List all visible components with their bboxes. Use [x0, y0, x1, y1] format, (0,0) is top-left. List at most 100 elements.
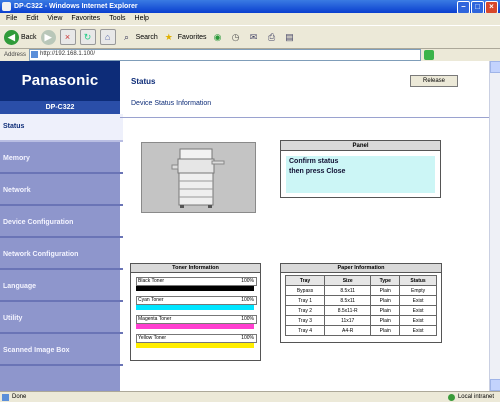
address-bar: Address http://192.168.1.100/ — [0, 49, 500, 61]
cell-type: Plain — [370, 285, 401, 296]
release-button[interactable]: Release — [410, 75, 458, 87]
sidebar-item-status[interactable]: Status — [0, 114, 123, 142]
menu-help[interactable]: Help — [135, 13, 149, 25]
sidebar-item-device-configuration[interactable]: Device Configuration — [0, 210, 123, 238]
back-button[interactable]: ◀ Back — [4, 28, 37, 46]
forward-arrow-icon: ▶ — [40, 29, 56, 45]
window-title-bar: DP-C322 - Windows Internet Explorer – □ … — [0, 0, 500, 13]
ie-app-icon — [2, 2, 11, 11]
paper-title: Paper Information — [281, 264, 441, 273]
toner-row-magenta: Magenta Toner 100% — [136, 315, 257, 324]
menu-file[interactable]: File — [6, 13, 17, 25]
cell-status: Exist — [399, 325, 437, 336]
toner-bar-yellow — [136, 343, 254, 348]
toner-row-black: Black Toner 100% — [136, 277, 257, 286]
cell-status: Exist — [399, 305, 437, 316]
go-icon[interactable] — [424, 50, 435, 60]
table-row: Tray 4 A4-R Plain Exist — [284, 325, 437, 336]
cell-size: 8.5x11 — [324, 295, 372, 306]
browser-toolbar: ◀ Back ▶ × ↻ ⌂ ⌕ Search ★ Favorites ◉ ◷ … — [0, 25, 500, 49]
copier-icon — [142, 143, 255, 212]
page-title: Status — [131, 77, 156, 86]
sidebar-item-language[interactable]: Language — [0, 274, 123, 302]
menu-tools[interactable]: Tools — [109, 13, 125, 25]
sidebar-item-scanned-image-box[interactable]: Scanned Image Box — [0, 338, 123, 366]
status-bar: Done Local intranet — [0, 391, 500, 402]
cell-status: Empty — [399, 285, 437, 296]
toner-percent: 100% — [241, 316, 254, 322]
address-input[interactable]: http://192.168.1.100/ — [29, 49, 422, 61]
paper-info-box: Paper Information Tray Size Type Status … — [280, 263, 442, 343]
search-icon: ⌕ — [124, 31, 130, 42]
model-label: DP-C322 — [0, 101, 120, 114]
close-icon[interactable]: × — [485, 1, 498, 13]
cell-type: Plain — [370, 315, 401, 326]
search-button[interactable]: ⌕ Search — [120, 28, 158, 46]
toner-title: Toner Information — [131, 264, 260, 273]
toner-name: Yellow Toner — [138, 335, 167, 341]
cell-size: 8.5x11-R — [324, 305, 372, 316]
cell-tray: Bypass — [284, 285, 326, 296]
device-image — [141, 142, 256, 213]
address-url: http://192.168.1.100/ — [40, 51, 96, 57]
panel-title: Panel — [281, 141, 440, 151]
cell-type: Plain — [370, 325, 401, 336]
toner-percent: 100% — [241, 297, 254, 303]
cell-type: Plain — [370, 305, 401, 316]
scroll-up-icon[interactable] — [490, 61, 500, 73]
panel-line-1: Confirm status — [289, 158, 339, 165]
edit-icon[interactable]: ▤ — [283, 30, 297, 44]
table-row: Bypass 8.5x11 Plain Empty — [284, 285, 437, 296]
cell-type: Plain — [370, 295, 401, 306]
favorites-button[interactable]: ★ Favorites — [162, 28, 207, 46]
mail-icon[interactable]: ✉ — [247, 30, 261, 44]
toner-name: Cyan Toner — [138, 297, 164, 303]
cell-tray: Tray 1 — [284, 295, 326, 306]
status-text: Done — [12, 394, 27, 400]
vertical-scrollbar[interactable] — [489, 61, 500, 391]
refresh-icon[interactable]: ↻ — [79, 29, 96, 45]
toner-percent: 100% — [241, 335, 254, 341]
menu-favorites[interactable]: Favorites — [71, 13, 100, 25]
history-icon[interactable]: ◷ — [229, 30, 243, 44]
col-size: Size — [324, 275, 372, 286]
web-page: Panasonic DP-C322 Status Memory Network … — [0, 61, 489, 391]
search-label: Search — [135, 33, 158, 41]
back-label: Back — [21, 33, 37, 41]
panel-lcd-display: Confirm status then press Close — [286, 156, 435, 193]
paper-table: Tray Size Type Status Bypass 8.5x11 Plai… — [284, 275, 437, 336]
cell-size: 8.5x11 — [324, 285, 372, 296]
panel-line-2: then press Close — [289, 168, 346, 175]
toner-info-box: Toner Information Black Toner 100% Cyan … — [130, 263, 261, 361]
sidebar-item-network[interactable]: Network — [0, 178, 123, 206]
sidebar-item-utility[interactable]: Utility — [0, 306, 123, 334]
print-icon[interactable]: ⎙ — [265, 30, 279, 44]
home-icon[interactable]: ⌂ — [99, 29, 116, 45]
panel-box: Panel Confirm status then press Close — [280, 140, 441, 198]
toner-row-yellow: Yellow Toner 100% — [136, 334, 257, 343]
table-row: Tray 3 11x17 Plain Exist — [284, 315, 437, 326]
zone-indicator: Local intranet — [447, 392, 494, 402]
forward-button[interactable]: ▶ — [40, 28, 56, 46]
scroll-down-icon[interactable] — [490, 379, 500, 391]
toner-bar-magenta — [136, 324, 254, 329]
minimize-icon[interactable]: – — [457, 1, 470, 13]
window-title: DP-C322 - Windows Internet Explorer — [14, 3, 138, 10]
menu-view[interactable]: View — [47, 13, 62, 25]
toner-bar-cyan — [136, 305, 254, 310]
table-row: Tray 1 8.5x11 Plain Exist — [284, 295, 437, 306]
sidebar-nav: Status Memory Network Device Configurati… — [0, 114, 123, 391]
toner-name: Magenta Toner — [138, 316, 172, 322]
cell-size: A4-R — [324, 325, 372, 336]
favorites-label: Favorites — [177, 33, 207, 41]
paper-header-row: Tray Size Type Status — [284, 275, 437, 286]
menu-edit[interactable]: Edit — [26, 13, 38, 25]
maximize-icon[interactable]: □ — [471, 1, 484, 13]
col-type: Type — [370, 275, 401, 286]
sidebar-item-network-configuration[interactable]: Network Configuration — [0, 242, 123, 270]
col-status: Status — [399, 275, 437, 286]
sidebar-item-memory[interactable]: Memory — [0, 146, 123, 174]
media-icon[interactable]: ◉ — [211, 30, 225, 44]
stop-icon[interactable]: × — [59, 29, 76, 45]
cell-tray: Tray 2 — [284, 305, 326, 316]
